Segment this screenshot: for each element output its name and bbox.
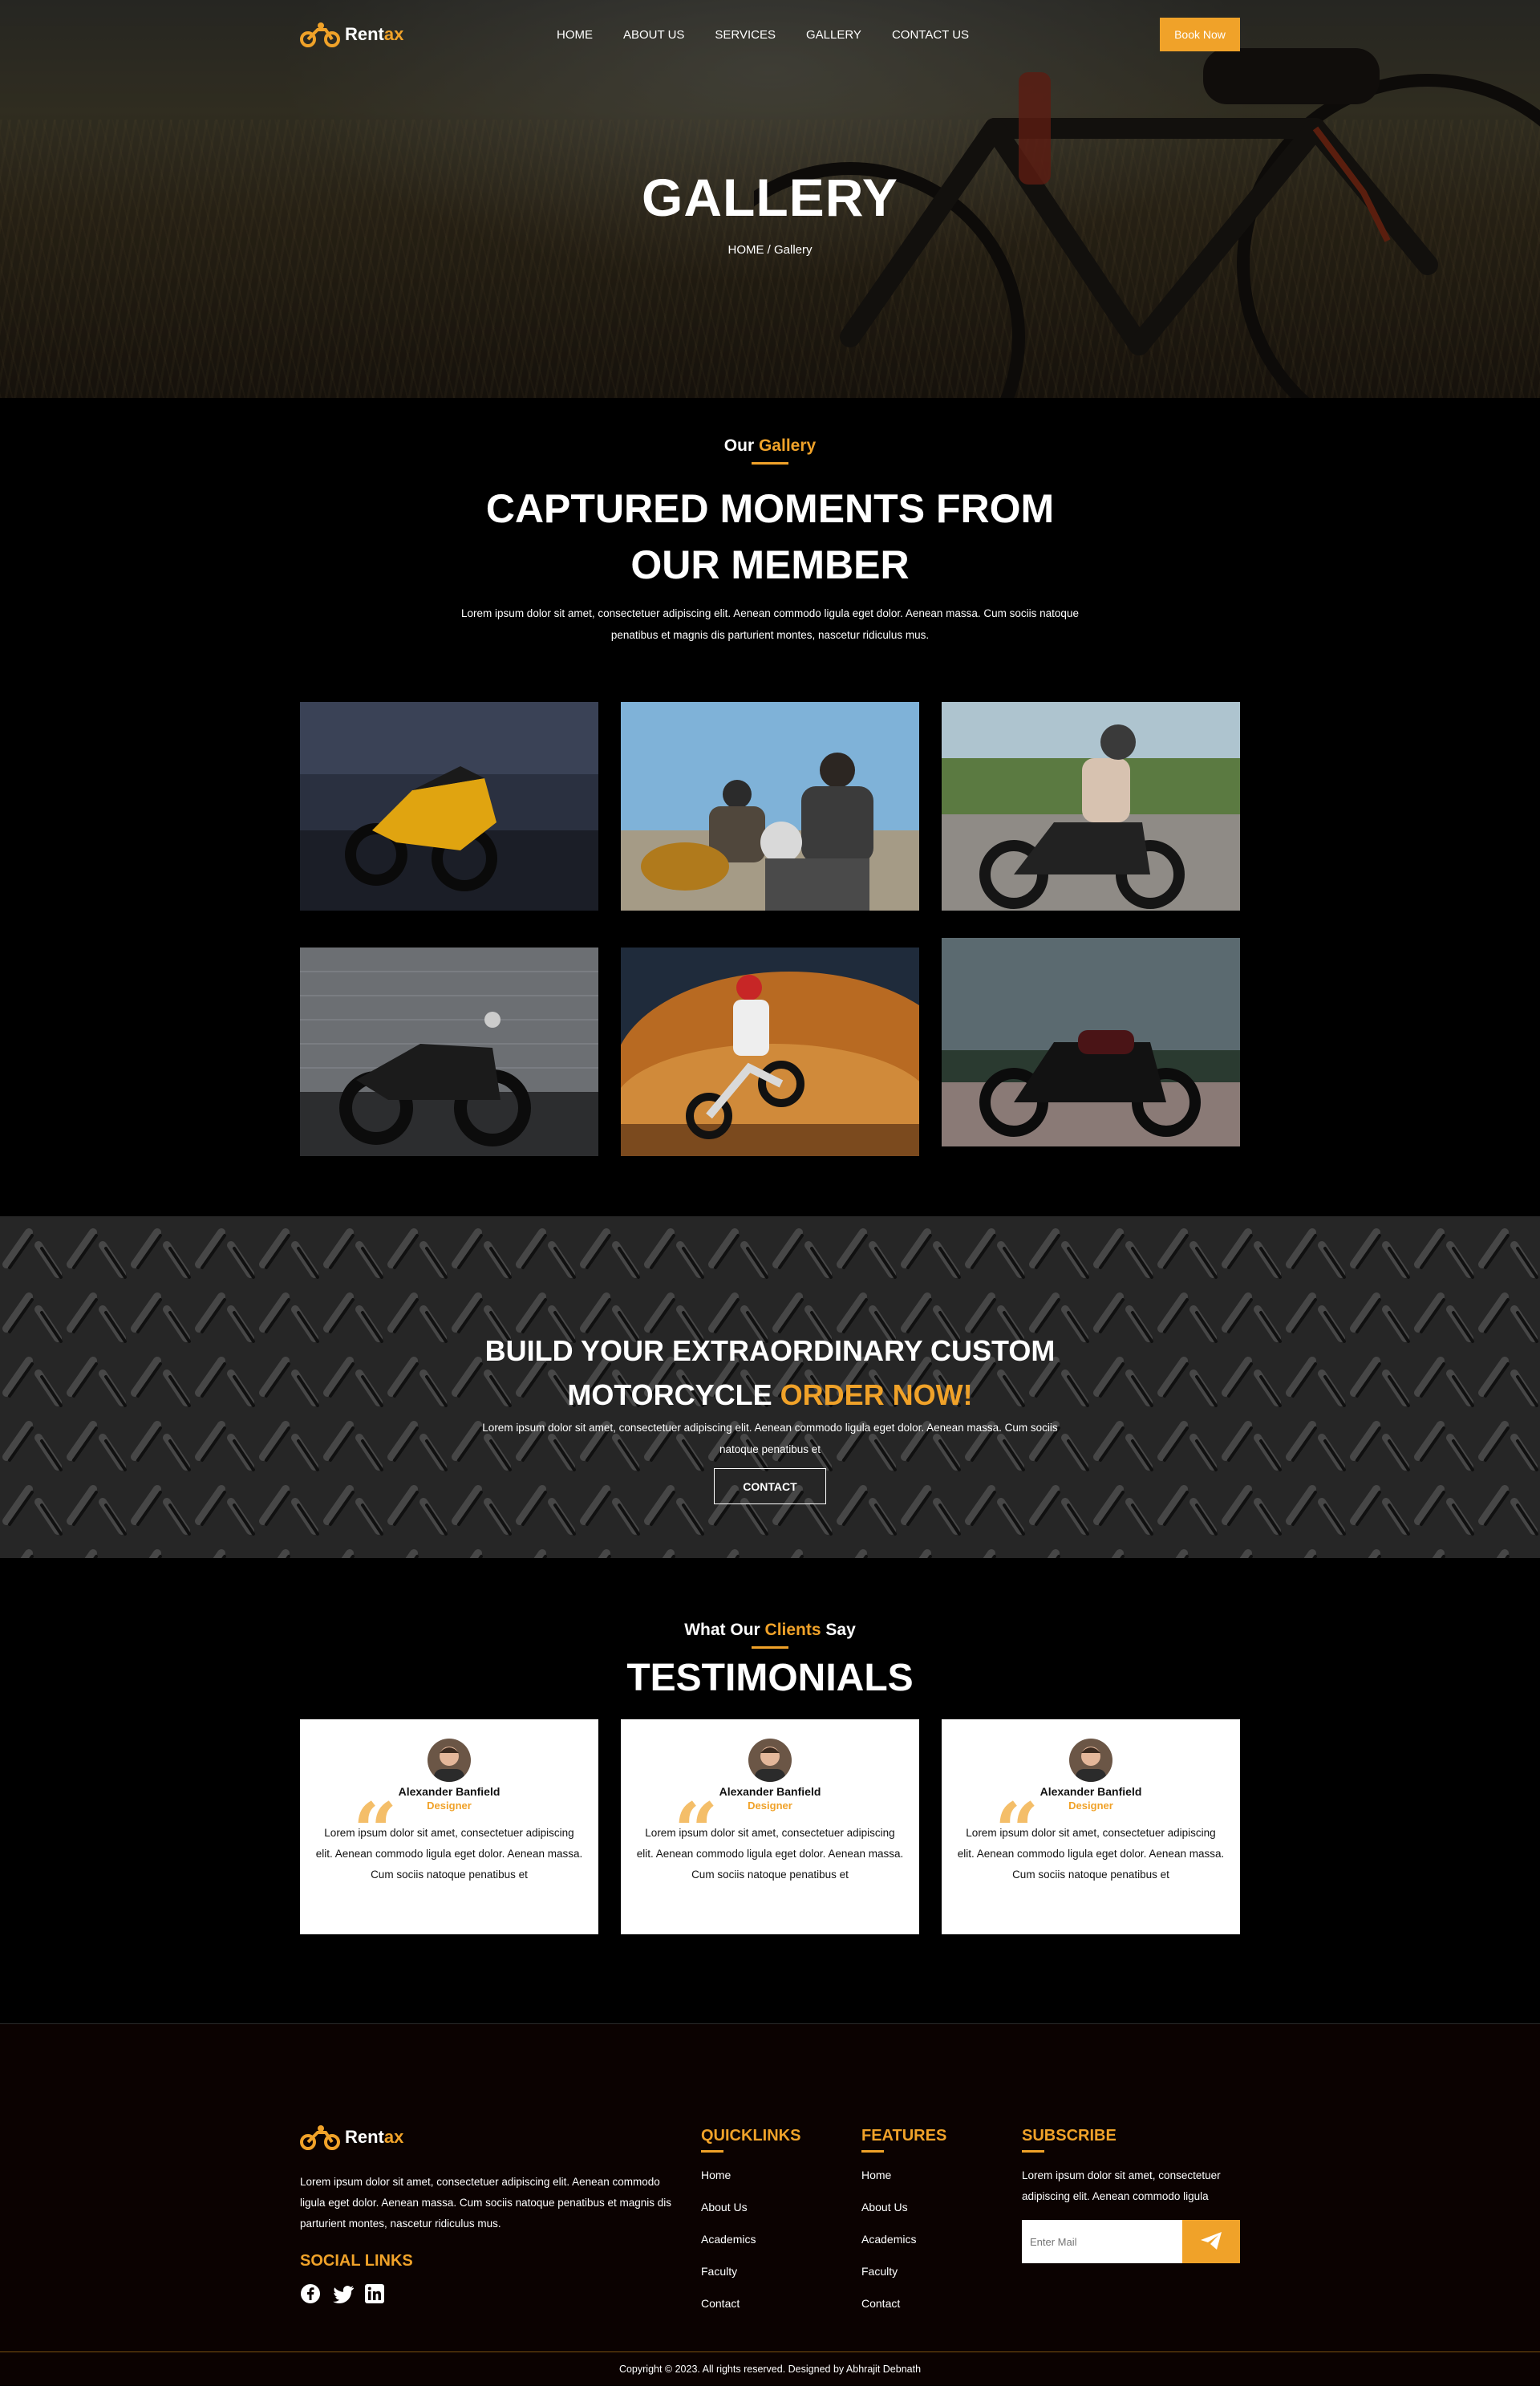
testimonial-card: “ Alexander Banfield Designer Lorem ipsu… — [300, 1719, 598, 1934]
brand-name: Rent — [345, 24, 384, 44]
testimonial-name: Alexander Banfield — [719, 1785, 821, 1798]
motorbike-logo-icon — [300, 2125, 340, 2150]
cta-title-accent: ORDER NOW! — [780, 1378, 973, 1411]
quicklink-contact[interactable]: Contact — [701, 2287, 845, 2319]
page-title: GALLERY — [642, 168, 898, 227]
footer-quicklinks: QUICKLINKS Home About Us Academics Facul… — [701, 2127, 845, 2319]
testimonial-role: Designer — [427, 1800, 472, 1812]
testimonials-subtitle: What Our Clients Say — [300, 1621, 1240, 1640]
custom-build-cta: BUILD YOUR EXTRAORDINARY CUSTOM MOTORCYC… — [0, 1216, 1540, 1558]
quicklinks-title: QUICKLINKS — [701, 2127, 801, 2145]
testimonials-subtitle-b: Say — [821, 1621, 856, 1639]
testimonials-title: TESTIMONIALS — [626, 1657, 914, 1699]
gallery-image-dirt-bike[interactable] — [621, 948, 919, 1156]
nav-about-us[interactable]: ABOUT US — [623, 28, 684, 42]
testimonial-cards: “ Alexander Banfield Designer Lorem ipsu… — [300, 1719, 1240, 1934]
testimonials-subtitle-a: What Our — [684, 1621, 765, 1639]
site-footer: Rentax Lorem ipsum dolor sit amet, conse… — [0, 2023, 1540, 2385]
testimonials-section: What Our Clients Say TESTIMONIALS “ Alex… — [0, 1558, 1540, 2023]
avatar — [428, 1739, 471, 1782]
gallery-subtitle-plain: Our — [723, 436, 759, 455]
features-title: FEATURES — [861, 2127, 947, 2145]
brand-logo[interactable]: Rentax — [300, 18, 403, 51]
subscribe-text: Lorem ipsum dolor sit amet, consectetuer… — [1022, 2169, 1221, 2202]
avatar — [748, 1739, 792, 1782]
social-links-title: SOCIAL LINKS — [300, 2252, 413, 2270]
quicklink-home[interactable]: Home — [701, 2159, 845, 2191]
subscribe-form — [1022, 2220, 1240, 2263]
cta-description: Lorem ipsum dolor sit amet, consectetuer… — [482, 1422, 1058, 1455]
gallery-section: Our Gallery CAPTURED MOMENTS FROM OUR ME… — [0, 398, 1540, 1216]
cta-title-line1: BUILD YOUR EXTRAORDINARY CUSTOM — [484, 1334, 1056, 1367]
hero-section: Rentax HOME ABOUT US SERVICES GALLERY CO… — [0, 0, 1540, 398]
facebook-icon[interactable] — [300, 2283, 321, 2304]
footer-logo[interactable]: Rentax — [300, 2120, 677, 2154]
quicklink-faculty[interactable]: Faculty — [701, 2255, 845, 2287]
feature-link-home[interactable]: Home — [861, 2159, 1006, 2191]
subscribe-button[interactable] — [1182, 2220, 1240, 2263]
gallery-title: CAPTURED MOMENTS FROM OUR MEMBER — [300, 481, 1240, 593]
top-navbar: Rentax HOME ABOUT US SERVICES GALLERY CO… — [300, 18, 1240, 51]
testimonial-text: Lorem ipsum dolor sit amet, consectetuer… — [315, 1827, 583, 1881]
testimonials-subtitle-accent: Clients — [764, 1621, 821, 1639]
heading-underline — [1022, 2150, 1044, 2153]
subtitle-underline — [752, 1646, 788, 1649]
send-icon — [1201, 2231, 1222, 2250]
testimonial-name: Alexander Banfield — [398, 1785, 500, 1798]
nav-gallery[interactable]: GALLERY — [806, 28, 861, 42]
social-links — [300, 2283, 677, 2304]
footer-about: Rentax Lorem ipsum dolor sit amet, conse… — [300, 2120, 677, 2304]
heading-underline — [861, 2150, 884, 2153]
gallery-image-rider-on-road[interactable] — [942, 702, 1240, 911]
book-now-button[interactable]: Book Now — [1160, 18, 1240, 51]
cta-title: BUILD YOUR EXTRAORDINARY CUSTOM MOTORCYC… — [0, 1329, 1540, 1417]
motorbike-logo-icon — [300, 22, 340, 47]
gallery-image-cruiser-garage[interactable] — [300, 948, 598, 1156]
footer-about-text: Lorem ipsum dolor sit amet, consectetuer… — [300, 2176, 672, 2230]
nav-contact-us[interactable]: CONTACT US — [892, 28, 969, 42]
cta-title-line2: MOTORCYCLE — [567, 1378, 780, 1411]
gallery-description: Lorem ipsum dolor sit amet, consectetuer… — [461, 607, 1079, 641]
breadcrumb: HOME / Gallery — [727, 243, 813, 257]
testimonial-role: Designer — [748, 1800, 792, 1812]
testimonial-text: Lorem ipsum dolor sit amet, consectetuer… — [957, 1827, 1225, 1881]
testimonial-role: Designer — [1068, 1800, 1113, 1812]
avatar — [1069, 1739, 1112, 1782]
brand-name-accent: ax — [383, 2127, 404, 2147]
gallery-title-line1: CAPTURED MOMENTS FROM — [485, 486, 1055, 531]
heading-underline — [701, 2150, 723, 2153]
subscribe-title: SUBSCRIBE — [1022, 2127, 1116, 2145]
gallery-grid — [300, 702, 1240, 1167]
testimonial-name: Alexander Banfield — [1040, 1785, 1142, 1798]
testimonial-card: “ Alexander Banfield Designer Lorem ipsu… — [621, 1719, 919, 1934]
footer-subscribe: SUBSCRIBE Lorem ipsum dolor sit amet, co… — [1022, 2127, 1240, 2263]
testimonial-card: “ Alexander Banfield Designer Lorem ipsu… — [942, 1719, 1240, 1934]
nav-home[interactable]: HOME — [557, 28, 593, 42]
contact-button[interactable]: CONTACT — [714, 1468, 826, 1504]
main-menu: HOME ABOUT US SERVICES GALLERY CONTACT U… — [557, 18, 969, 51]
footer-features: FEATURES Home About Us Academics Faculty… — [861, 2127, 1006, 2319]
email-input[interactable] — [1022, 2220, 1182, 2263]
subtitle-underline — [752, 462, 788, 465]
copyright: Copyright © 2023. All rights reserved. D… — [0, 2352, 1540, 2385]
brand-name: Rent — [345, 2127, 384, 2147]
gallery-subtitle-accent: Gallery — [758, 436, 817, 455]
twitter-icon[interactable] — [332, 2283, 354, 2304]
testimonial-text: Lorem ipsum dolor sit amet, consectetuer… — [636, 1827, 904, 1881]
brand-name-accent: ax — [383, 24, 404, 44]
feature-link-contact[interactable]: Contact — [861, 2287, 1006, 2319]
gallery-image-group-riders[interactable] — [621, 702, 919, 911]
feature-link-faculty[interactable]: Faculty — [861, 2255, 1006, 2287]
gallery-image-classic-motorcycle[interactable] — [942, 938, 1240, 1146]
feature-link-academics[interactable]: Academics — [861, 2223, 1006, 2255]
quicklink-academics[interactable]: Academics — [701, 2223, 845, 2255]
feature-link-about-us[interactable]: About Us — [861, 2191, 1006, 2223]
gallery-title-line2: OUR MEMBER — [630, 542, 910, 587]
quicklink-about-us[interactable]: About Us — [701, 2191, 845, 2223]
nav-services[interactable]: SERVICES — [715, 28, 776, 42]
gallery-image-yellow-sportbike[interactable] — [300, 702, 598, 911]
linkedin-icon[interactable] — [364, 2283, 385, 2304]
gallery-subtitle: Our Gallery — [300, 436, 1240, 456]
